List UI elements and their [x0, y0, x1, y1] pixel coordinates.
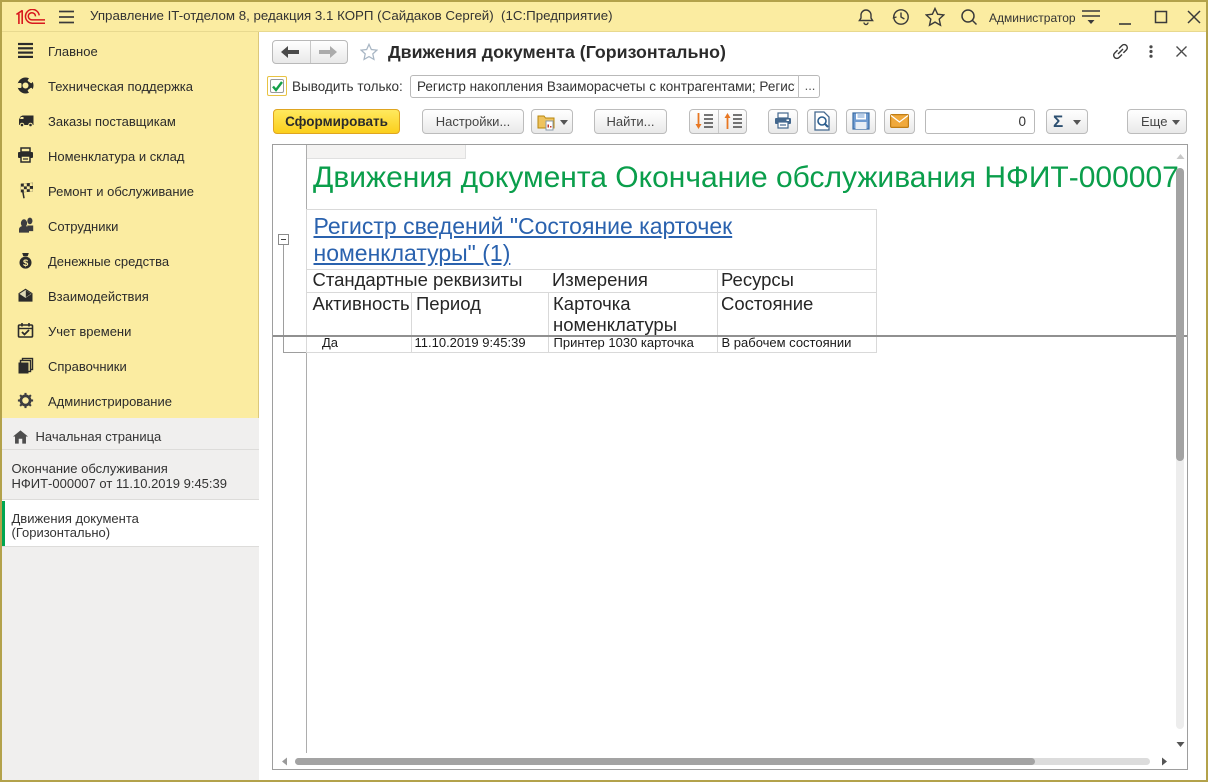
svg-text:$: $	[23, 257, 29, 268]
